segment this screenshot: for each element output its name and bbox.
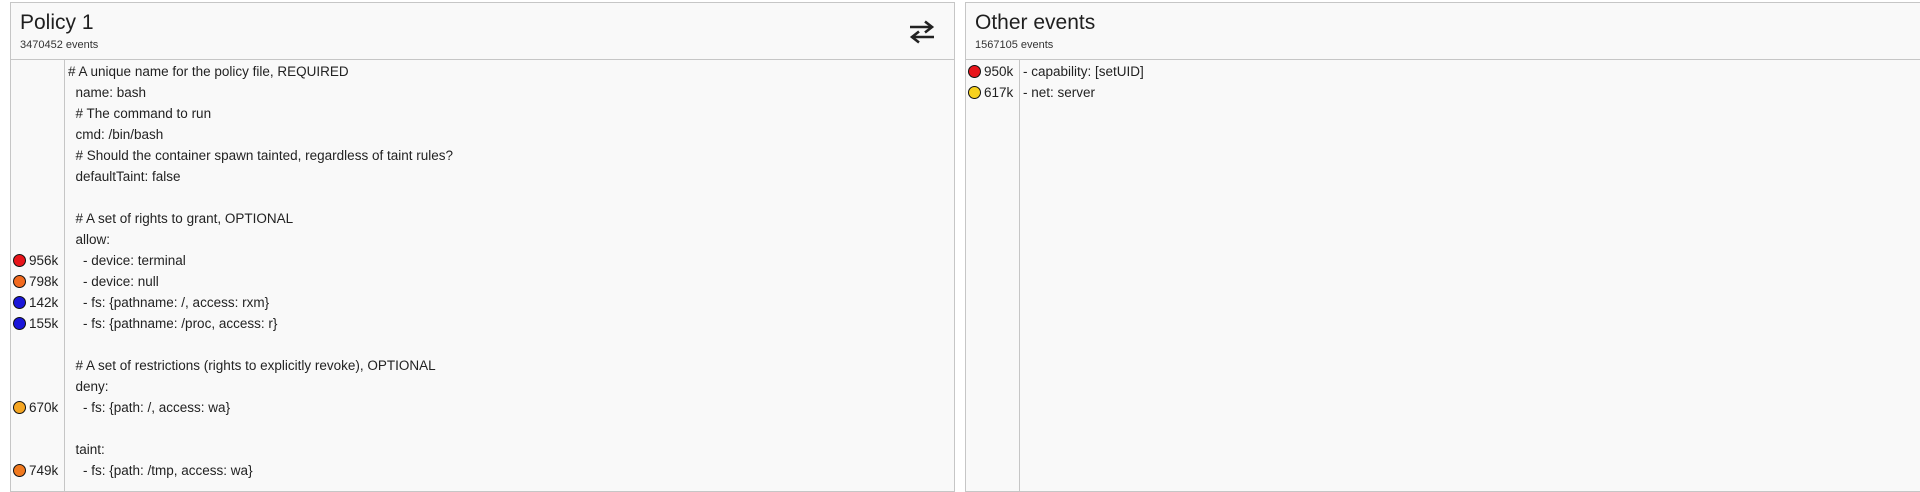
code-text: - device: terminal bbox=[68, 253, 186, 268]
event-marker-dot bbox=[13, 296, 26, 309]
code-line: 617k - net: server bbox=[966, 82, 1920, 103]
event-count-label: 670k bbox=[29, 400, 59, 415]
event-marker-dot bbox=[13, 401, 26, 414]
policy-code-view: # A unique name for the policy file, REQ… bbox=[11, 60, 954, 491]
code-line: cmd: /bin/bash bbox=[11, 124, 954, 145]
other-events-title: Other events bbox=[975, 11, 1096, 34]
event-marker-dot bbox=[13, 464, 26, 477]
swap-icon[interactable] bbox=[906, 18, 938, 46]
gutter-divider bbox=[1019, 60, 1020, 491]
event-count-label: 142k bbox=[29, 295, 59, 310]
code-text: name: bash bbox=[68, 85, 147, 100]
code-line: 155k - fs: {pathname: /proc, access: r} bbox=[11, 313, 954, 334]
other-events-count: 1567105 events bbox=[975, 39, 1054, 51]
code-text: - fs: {pathname: /proc, access: r} bbox=[68, 316, 278, 331]
event-marker-dot bbox=[968, 86, 981, 99]
policy-title: Policy 1 bbox=[20, 11, 94, 34]
event-count-label: 749k bbox=[29, 463, 59, 478]
policy-panel: Policy 1 3470452 events # A unique name … bbox=[10, 2, 955, 492]
code-line: 956k - device: terminal bbox=[11, 250, 954, 271]
code-line: 142k - fs: {pathname: /, access: rxm} bbox=[11, 292, 954, 313]
code-text: - capability: [setUID] bbox=[1023, 64, 1144, 79]
code-text: taint: bbox=[68, 442, 105, 457]
code-text: deny: bbox=[68, 379, 109, 394]
event-marker-dot bbox=[13, 317, 26, 330]
event-marker-dot bbox=[13, 254, 26, 267]
policy-event-count: 3470452 events bbox=[20, 39, 99, 51]
code-text: defaultTaint: false bbox=[68, 169, 181, 184]
code-line: name: bash bbox=[11, 82, 954, 103]
code-text: - fs: {pathname: /, access: rxm} bbox=[68, 295, 270, 310]
code-line: allow: bbox=[11, 229, 954, 250]
code-line: # Should the container spawn tainted, re… bbox=[11, 145, 954, 166]
code-line: defaultTaint: false bbox=[11, 166, 954, 187]
code-line: # A unique name for the policy file, REQ… bbox=[11, 61, 954, 82]
code-line: 749k - fs: {path: /tmp, access: wa} bbox=[11, 460, 954, 481]
code-line: # A set of restrictions (rights to expli… bbox=[11, 355, 954, 376]
other-events-panel: Other events 1567105 events 950k - capabi… bbox=[965, 2, 1920, 492]
code-line: # The command to run bbox=[11, 103, 954, 124]
event-count-label: 950k bbox=[984, 64, 1014, 79]
policy-panel-header: Policy 1 3470452 events bbox=[11, 3, 954, 60]
code-text: - fs: {path: /tmp, access: wa} bbox=[68, 463, 253, 478]
event-count-label: 155k bbox=[29, 316, 59, 331]
event-marker-dot bbox=[968, 65, 981, 78]
code-text: allow: bbox=[68, 232, 111, 247]
event-marker-dot bbox=[13, 275, 26, 288]
code-text: - fs: {path: /, access: wa} bbox=[68, 400, 231, 415]
code-line: # A set of rights to grant, OPTIONAL bbox=[11, 208, 954, 229]
event-count-label: 617k bbox=[984, 85, 1014, 100]
other-events-header: Other events 1567105 events bbox=[966, 3, 1920, 60]
event-count-label: 956k bbox=[29, 253, 59, 268]
code-text: # The command to run bbox=[68, 106, 212, 121]
code-text: - net: server bbox=[1023, 85, 1096, 100]
event-count-label: 798k bbox=[29, 274, 59, 289]
code-line: taint: bbox=[11, 439, 954, 460]
code-text: # A unique name for the policy file, REQ… bbox=[68, 64, 349, 79]
code-text: # A set of restrictions (rights to expli… bbox=[68, 358, 436, 373]
code-text: - device: null bbox=[68, 274, 159, 289]
code-text: # A set of rights to grant, OPTIONAL bbox=[68, 211, 294, 226]
code-line: 670k - fs: {path: /, access: wa} bbox=[11, 397, 954, 418]
code-line: 950k - capability: [setUID] bbox=[966, 61, 1920, 82]
code-line: 798k - device: null bbox=[11, 271, 954, 292]
code-line: deny: bbox=[11, 376, 954, 397]
code-text: cmd: /bin/bash bbox=[68, 127, 164, 142]
other-events-code-view: 950k - capability: [setUID] 617k - net: ser… bbox=[966, 60, 1920, 491]
code-text: # Should the container spawn tainted, re… bbox=[68, 148, 454, 163]
